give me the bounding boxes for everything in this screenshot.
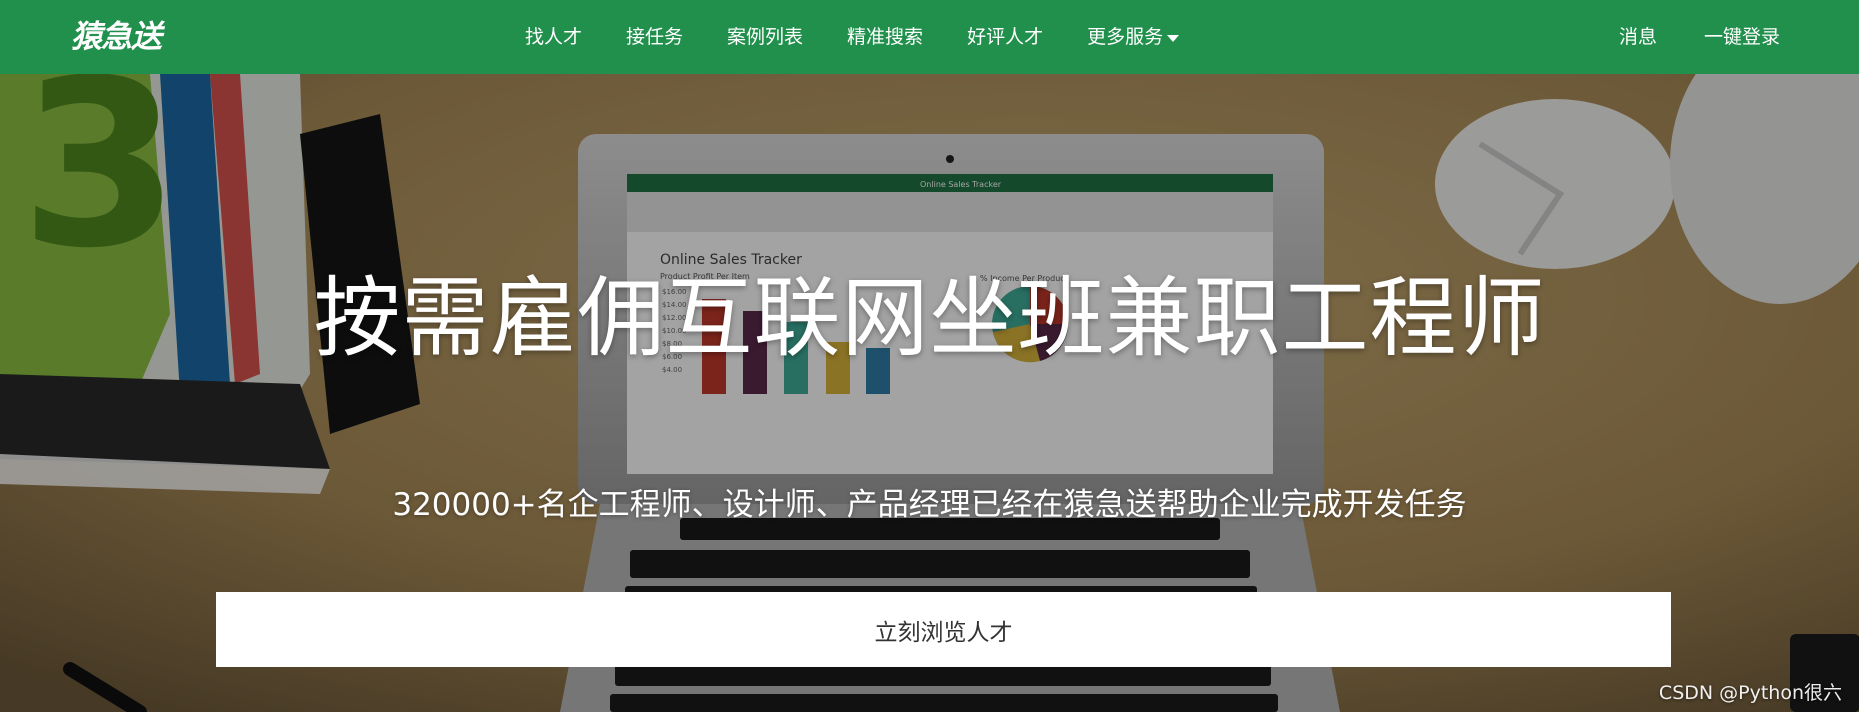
nav-messages[interactable]: 消息 bbox=[1619, 0, 1657, 74]
nav-find-talent[interactable]: 找人才 bbox=[525, 0, 582, 74]
nav-take-task[interactable]: 接任务 bbox=[626, 0, 683, 74]
main-nav: 找人才 接任务 案例列表 精准搜索 好评人才 更多服务 bbox=[525, 0, 1223, 74]
caret-down-icon bbox=[1167, 34, 1180, 42]
hero-subline: 320000+名企工程师、设计师、产品经理已经在猿急送帮助企业完成开发任务 bbox=[392, 487, 1467, 523]
nav-top-rated-talent[interactable]: 好评人才 bbox=[967, 0, 1043, 74]
nav-more-services-dropdown[interactable]: 更多服务 bbox=[1087, 0, 1180, 74]
csdn-watermark: CSDN @Python很六 bbox=[1658, 682, 1842, 704]
hero-headline: 按需雇佣互联网坐班兼职工程师 bbox=[313, 267, 1546, 369]
user-nav: 消息 一键登录 bbox=[1572, 0, 1780, 74]
nav-case-list[interactable]: 案例列表 bbox=[727, 0, 803, 74]
top-navbar: 猿急送 找人才 接任务 案例列表 精准搜索 好评人才 更多服务 消息 一键登录 bbox=[0, 0, 1859, 74]
nav-one-click-login[interactable]: 一键登录 bbox=[1704, 0, 1780, 74]
nav-more-services-label: 更多服务 bbox=[1087, 26, 1164, 48]
browse-talent-button[interactable]: 立刻浏览人才 bbox=[216, 592, 1671, 667]
nav-precise-search[interactable]: 精准搜索 bbox=[847, 0, 923, 74]
brand-logo[interactable]: 猿急送 bbox=[71, 18, 162, 56]
